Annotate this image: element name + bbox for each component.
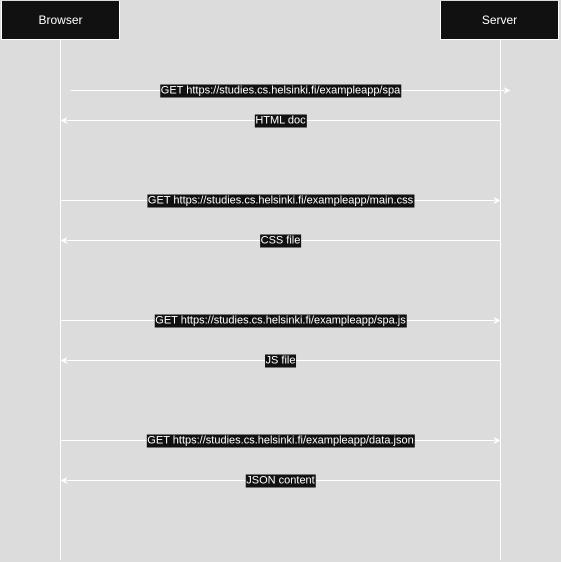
browser-participant-label: Browser — [38, 13, 83, 27]
arrowhead-icon — [493, 197, 501, 204]
arrowhead-icon — [493, 437, 501, 444]
server-participant-box: Server — [440, 1, 559, 40]
arrowhead-icon — [60, 117, 68, 124]
message-label: JS file — [264, 354, 297, 367]
message-label: CSS file — [259, 234, 302, 247]
message-arrows — [60, 87, 511, 484]
arrowhead-icon — [503, 87, 511, 94]
arrowhead-icon — [60, 357, 68, 364]
arrowhead-icon — [60, 237, 68, 244]
server-participant-label: Server — [481, 13, 518, 27]
arrowhead-icon — [493, 317, 501, 324]
message-label: JSON content — [245, 474, 316, 487]
message-label: HTML doc — [254, 114, 307, 127]
message-label: GET https://studies.cs.helsinki.fi/examp… — [159, 84, 402, 97]
browser-participant-box: Browser — [1, 1, 120, 40]
message-label: GET https://studies.cs.helsinki.fi/examp… — [146, 434, 415, 447]
message-label: GET https://studies.cs.helsinki.fi/examp… — [154, 314, 407, 327]
arrowhead-icon — [60, 477, 68, 484]
message-label: GET https://studies.cs.helsinki.fi/examp… — [146, 194, 415, 207]
sequence-diagram: Browser Server GET https://studies.cs.he… — [0, 0, 561, 562]
